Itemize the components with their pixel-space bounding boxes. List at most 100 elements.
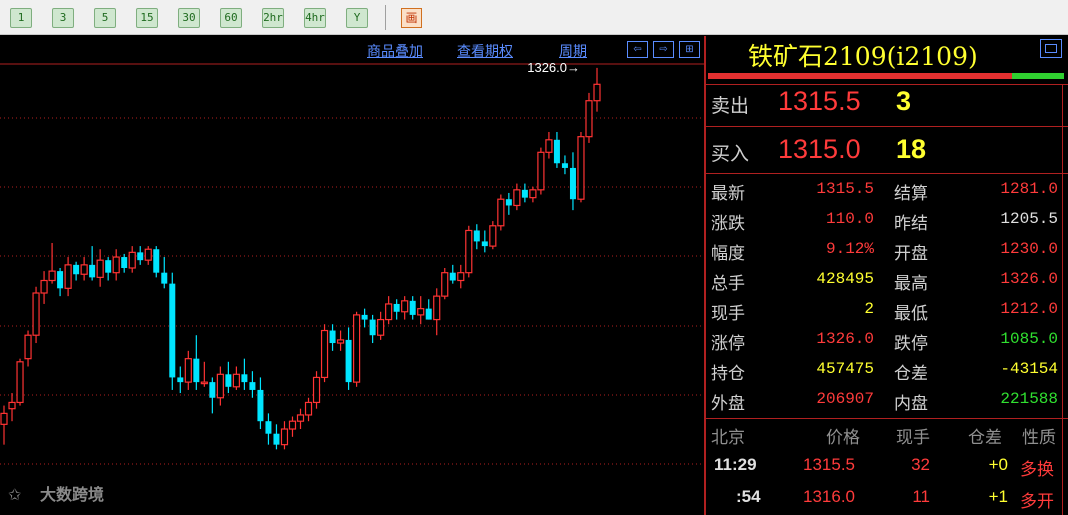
- bid-volume: 18: [896, 134, 927, 164]
- candle-body: [16, 361, 24, 404]
- chart-canvas: 1326.0→: [0, 60, 704, 465]
- quote-label: 外盘: [711, 394, 745, 414]
- candle-body: [24, 334, 32, 360]
- quote-label: 最低: [894, 304, 928, 324]
- candle-body: [345, 339, 352, 383]
- quote-value: 2: [864, 300, 874, 318]
- period-button-Y[interactable]: Y: [346, 8, 368, 28]
- period-button-3[interactable]: 3: [52, 8, 74, 28]
- quote-value: 1230.0: [1000, 240, 1058, 258]
- candle-body: [417, 308, 425, 316]
- candle-body: [232, 373, 240, 388]
- candle-body: [433, 295, 441, 321]
- quote-value: 1085.0: [1000, 330, 1058, 348]
- candle-body: [121, 257, 128, 268]
- ticks-header-oi: 仓差: [968, 428, 1002, 448]
- candle-body: [265, 421, 272, 434]
- tick-oi: +1: [988, 487, 1008, 506]
- candle: [465, 225, 473, 278]
- candle-body: [288, 420, 297, 430]
- divider: [706, 418, 1068, 419]
- candle: [161, 257, 168, 289]
- candle: [569, 152, 576, 211]
- candle: [209, 377, 216, 414]
- candle-body: [352, 314, 361, 383]
- candle-body: [89, 264, 96, 278]
- candle-body: [497, 198, 505, 227]
- candle-body: [128, 251, 136, 269]
- candle: [273, 424, 280, 450]
- period-toolbar: 1 3 5 15 30 60 2hr 4hr Y 画: [0, 0, 1068, 35]
- quote-value: -43154: [1000, 360, 1058, 378]
- candle: [0, 405, 8, 445]
- candle-body: [521, 189, 528, 198]
- candle-body: [385, 303, 393, 321]
- tick-volume: 32: [911, 455, 930, 474]
- period-button-60[interactable]: 60: [220, 8, 242, 28]
- bid-label: 买入: [711, 143, 750, 165]
- quote-label: 内盘: [894, 394, 928, 414]
- toolbar-separator: [385, 5, 386, 30]
- candle: [24, 330, 32, 367]
- window-icon[interactable]: [1040, 39, 1062, 58]
- period-button-2hr[interactable]: 2hr: [262, 8, 284, 28]
- candle: [441, 267, 449, 300]
- candle-body: [177, 377, 184, 383]
- candle-body: [513, 189, 521, 207]
- candle: [80, 257, 88, 281]
- candle-body: [465, 229, 473, 274]
- quote-panel: 铁矿石2109(i2109) 卖出 1315.5 3 买入 1315.0 18 …: [706, 36, 1068, 515]
- candle-body: [336, 339, 345, 344]
- candle: [32, 286, 40, 344]
- quote-label: 昨结: [894, 214, 928, 234]
- candle-body: [200, 381, 208, 385]
- candle: [449, 264, 456, 284]
- ask-volume: 3: [896, 86, 912, 116]
- quote-value: 1326.0: [1000, 270, 1058, 288]
- candle-body: [320, 329, 329, 379]
- candle: [377, 311, 385, 340]
- candle: [57, 267, 64, 297]
- bid-price: 1315.0: [778, 134, 861, 164]
- candle: [121, 253, 128, 273]
- draw-tools-icon[interactable]: 画: [401, 8, 422, 28]
- candle-body: [273, 433, 280, 445]
- candle-body: [32, 292, 40, 336]
- candle-body: [57, 271, 64, 289]
- max-price-label: 1326.0→: [527, 60, 580, 75]
- candle: [561, 155, 568, 175]
- candle-body: [40, 279, 48, 294]
- period-button-5[interactable]: 5: [94, 8, 116, 28]
- candle: [249, 371, 256, 398]
- quote-label: 现手: [711, 304, 745, 324]
- period-button-1[interactable]: 1: [10, 8, 32, 28]
- candle: [393, 299, 400, 320]
- quote-value: 1205.5: [1000, 210, 1058, 228]
- candle: [184, 350, 192, 390]
- tick-nature: 多开: [1020, 492, 1054, 511]
- candle-body: [225, 374, 232, 387]
- candle: [505, 192, 512, 215]
- panel-right-border: [1062, 84, 1063, 515]
- candle: [481, 230, 488, 253]
- candle: [128, 246, 136, 273]
- period-button-4hr[interactable]: 4hr: [304, 8, 326, 28]
- candle-body: [425, 308, 432, 320]
- period-button-30[interactable]: 30: [178, 8, 200, 28]
- ticks-header-nature: 性质: [1022, 428, 1056, 448]
- candle: [40, 271, 48, 304]
- candle: [425, 299, 432, 320]
- candle: [329, 324, 336, 351]
- candle-body: [105, 260, 112, 273]
- candle: [16, 358, 24, 406]
- candle: [417, 296, 425, 325]
- candle-body: [505, 199, 512, 206]
- tick-time: 11:29: [714, 455, 757, 474]
- candle: [96, 249, 104, 287]
- candle-body: [8, 401, 16, 410]
- candle: [232, 366, 240, 390]
- candlestick-chart[interactable]: 商品叠加 查看期权 周期 ⇦ ⇨ ⊞ 1326.0→: [0, 36, 704, 515]
- quote-value: 221588: [1000, 390, 1058, 408]
- period-button-15[interactable]: 15: [136, 8, 158, 28]
- candle: [312, 371, 321, 409]
